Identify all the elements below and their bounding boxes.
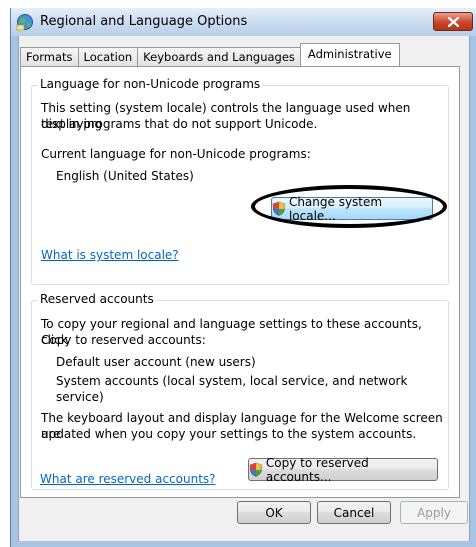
reserved-description: Copy to reserved accounts:: [41, 333, 206, 347]
tab-administrative[interactable]: Administrative: [299, 43, 400, 66]
copy-to-reserved-accounts-button[interactable]: Copy to reserved accounts...: [248, 455, 438, 484]
ok-button[interactable]: OK: [237, 501, 311, 524]
tab-strip: Formats Location Keyboards and Languages…: [20, 43, 400, 66]
highlight-oval: [251, 185, 447, 228]
group-title: Reserved accounts: [38, 292, 156, 306]
globe-icon: [16, 14, 33, 31]
apply-button[interactable]: Apply: [400, 501, 468, 524]
what-is-system-locale-link[interactable]: What is system locale?: [41, 247, 179, 263]
non-unicode-group: Language for non-Unicode programs This s…: [31, 77, 449, 285]
cancel-button[interactable]: Cancel: [317, 501, 391, 524]
tab-location[interactable]: Location: [77, 47, 139, 66]
copy-to-reserved-accounts-label: Copy to reserved accounts...: [265, 455, 369, 484]
close-button[interactable]: [433, 12, 473, 31]
uac-shield-icon: [249, 462, 263, 477]
title-bar[interactable]: Regional and Language Options: [11, 8, 476, 36]
dialog-window: Regional and Language Options Formats Lo…: [10, 8, 476, 547]
close-icon: [447, 16, 459, 27]
account-default-user: Default user account (new users): [56, 355, 256, 369]
account-system: System accounts (local system, local ser…: [56, 374, 408, 404]
reserved-accounts-group: Reserved accounts To copy your regional …: [31, 292, 449, 490]
tab-formats[interactable]: Formats: [20, 47, 79, 66]
tab-panel-administrative: Language for non-Unicode programs This s…: [20, 66, 460, 498]
window-title: Regional and Language Options: [40, 14, 248, 29]
welcome-screen-note: updated when you copy your settings to t…: [41, 427, 417, 441]
group-title: Language for non-Unicode programs: [38, 77, 263, 91]
what-are-reserved-accounts-link[interactable]: What are reserved accounts?: [40, 471, 216, 487]
description-text: text in programs that do not support Uni…: [41, 117, 318, 131]
dialog-client-area: Formats Location Keyboards and Languages…: [18, 36, 470, 541]
tab-keyboards-and-languages[interactable]: Keyboards and Languages: [137, 47, 301, 66]
current-language-value: English (United States): [56, 169, 194, 183]
current-language-label: Current language for non-Unicode program…: [41, 147, 311, 161]
